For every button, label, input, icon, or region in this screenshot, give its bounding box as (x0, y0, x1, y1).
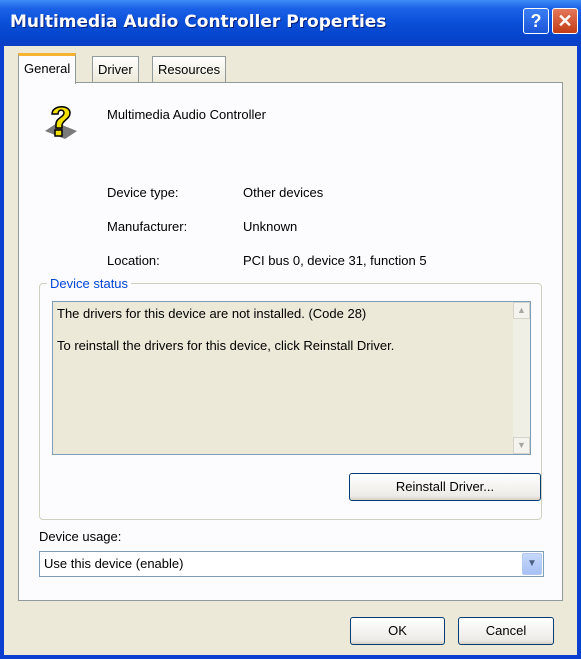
device-type-label: Device type: (107, 185, 179, 200)
device-name: Multimedia Audio Controller (107, 107, 266, 122)
title-bar[interactable]: Multimedia Audio Controller Properties ?… (0, 0, 581, 46)
dialog-client-area: General Driver Resources Multimedia Audi… (4, 46, 577, 655)
scroll-up-icon[interactable]: ▲ (513, 302, 530, 319)
chevron-down-icon[interactable]: ▼ (522, 553, 542, 575)
tab-resources[interactable]: Resources (152, 56, 227, 82)
device-usage-select[interactable]: Use this device (enable) ▼ (39, 551, 544, 577)
properties-dialog: Multimedia Audio Controller Properties ?… (0, 0, 581, 659)
location-value: PCI bus 0, device 31, function 5 (243, 253, 427, 268)
close-button[interactable]: ✕ (552, 8, 578, 34)
location-label: Location: (107, 253, 160, 268)
cancel-button[interactable]: Cancel (458, 617, 554, 645)
general-tab-panel: Multimedia Audio Controller Device type:… (18, 82, 563, 601)
window-title: Multimedia Audio Controller Properties (10, 12, 387, 32)
device-usage-label: Device usage: (39, 529, 122, 544)
reinstall-driver-button[interactable]: Reinstall Driver... (349, 473, 541, 501)
status-line-instruction: To reinstall the drivers for this device… (57, 338, 395, 353)
ok-button[interactable]: OK (350, 617, 445, 645)
status-scrollbar[interactable]: ▲ ▼ (513, 302, 530, 454)
device-status-title: Device status (47, 276, 132, 291)
unknown-device-question-icon (39, 101, 79, 141)
tab-driver[interactable]: Driver (92, 56, 139, 82)
scroll-down-icon[interactable]: ▼ (513, 437, 530, 454)
device-type-value: Other devices (243, 185, 324, 200)
manufacturer-value: Unknown (243, 219, 298, 234)
device-usage-value: Use this device (enable) (44, 556, 184, 571)
manufacturer-label: Manufacturer: (107, 219, 188, 234)
help-button[interactable]: ? (523, 8, 549, 34)
device-status-textbox[interactable]: The drivers for this device are not inst… (52, 301, 531, 455)
tab-general[interactable]: General (18, 53, 77, 84)
status-line-code: The drivers for this device are not inst… (57, 306, 367, 321)
